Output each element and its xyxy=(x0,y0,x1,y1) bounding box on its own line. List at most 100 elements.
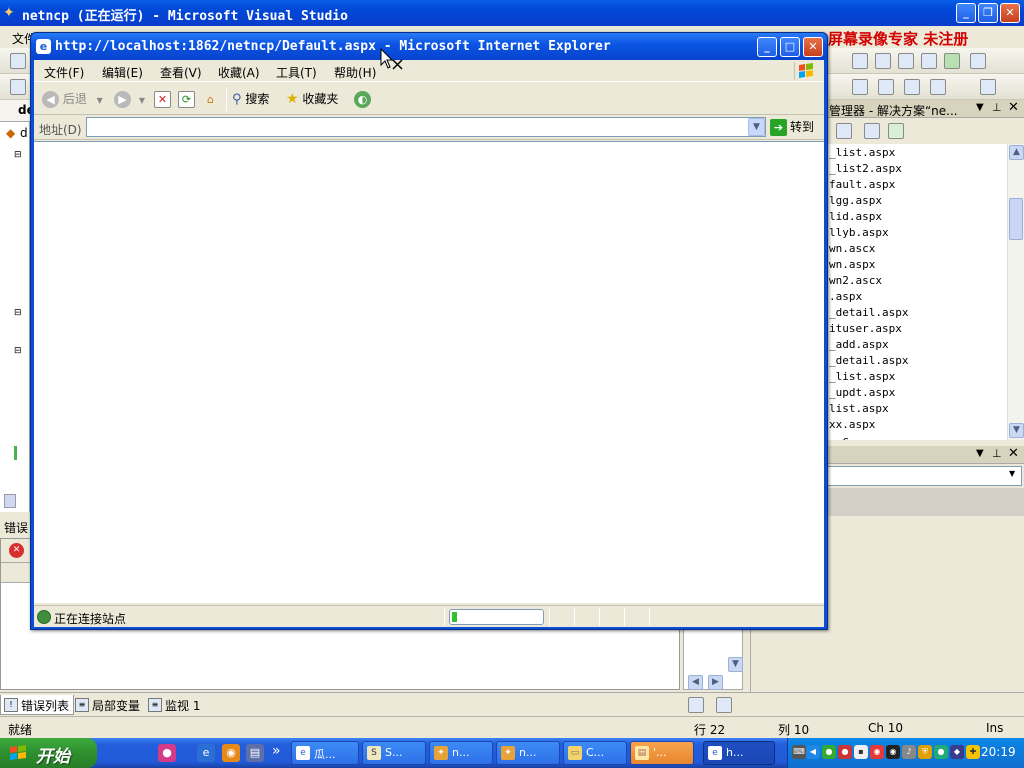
scroll-left-icon[interactable] xyxy=(4,494,16,508)
vs-toolbar-window-icon[interactable] xyxy=(970,53,986,69)
chevron-down-icon[interactable]: ▼ xyxy=(139,96,145,105)
tray-app-icon[interactable]: ✚ xyxy=(966,745,980,759)
solution-file-item[interactable]: _list.aspx xyxy=(829,370,895,383)
go-button[interactable]: ➔ 转到 xyxy=(770,117,824,137)
solution-file-item[interactable]: lgg.aspx xyxy=(829,194,882,207)
quicklaunch-desktop-icon[interactable]: ▤ xyxy=(246,744,264,762)
error-icon[interactable]: ✕ xyxy=(9,543,24,558)
ie-page-content[interactable] xyxy=(34,141,824,603)
asp-config-icon[interactable] xyxy=(888,123,904,139)
panel-icon[interactable] xyxy=(716,697,732,713)
solution-file-item[interactable]: _add.aspx xyxy=(829,338,889,351)
menu-favorites[interactable]: 收藏(A) xyxy=(218,64,260,81)
solution-file-item[interactable]: fault.aspx xyxy=(829,178,895,191)
ie-minimize-button[interactable]: _ xyxy=(757,37,777,57)
dropdown-icon[interactable]: ▼ xyxy=(976,448,984,459)
collapse-icon[interactable]: ⊟ xyxy=(14,346,22,356)
scroll-down-icon[interactable]: ▼ xyxy=(728,657,743,672)
scroll-up-icon[interactable]: ▲ xyxy=(1009,145,1024,160)
chevron-down-icon[interactable]: ▼ xyxy=(748,118,765,136)
vs-align-right-icon[interactable] xyxy=(904,79,920,95)
forward-button[interactable]: ▶ ▼ xyxy=(114,89,145,109)
tray-volume-icon[interactable]: ♪ xyxy=(902,745,916,759)
solution-file-item[interactable]: wn.ascx xyxy=(829,242,875,255)
home-button[interactable]: ⌂ xyxy=(202,89,219,109)
vs-toolbar-tools-icon[interactable] xyxy=(921,53,937,69)
tray-shield-icon[interactable]: ⛨ xyxy=(918,745,932,759)
solution-file-item[interactable]: ituser.aspx xyxy=(829,322,902,335)
vs-titlebar[interactable]: ✦ netncp (正在运行) - Microsoft Visual Studi… xyxy=(0,0,1024,26)
solution-file-item[interactable]: _list.aspx xyxy=(829,146,895,159)
menu-edit[interactable]: 编辑(E) xyxy=(102,64,143,81)
close-icon[interactable]: ✕ xyxy=(1008,446,1019,461)
task-button[interactable]: S S... xyxy=(362,741,426,765)
solution-file-item[interactable]: lid.aspx xyxy=(829,210,882,223)
vs-minimize-button[interactable]: _ xyxy=(956,3,976,23)
start-button[interactable]: 开始 xyxy=(0,738,97,768)
vs-align-center-icon[interactable] xyxy=(878,79,894,95)
quicklaunch-app-icon[interactable]: ● xyxy=(158,744,176,762)
tab-locals[interactable]: ≡ 局部变量 xyxy=(72,695,144,715)
stop-button[interactable]: ✕ xyxy=(154,89,171,109)
ie-titlebar[interactable]: e http://localhost:1862/netncp/Default.a… xyxy=(31,33,827,60)
chevron-down-icon[interactable]: ▼ xyxy=(97,96,103,105)
vs-restore-button[interactable]: ❐ xyxy=(978,3,998,23)
media-button[interactable]: ◐ xyxy=(354,89,371,109)
menu-help[interactable]: 帮助(H) xyxy=(334,64,376,81)
vs-close-button[interactable]: ✕ xyxy=(1000,3,1020,23)
solution-file-item[interactable]: _updt.aspx xyxy=(829,386,895,399)
tray-qq-icon[interactable]: ◉ xyxy=(886,745,900,759)
scroll-right-icon[interactable]: ▶ xyxy=(708,675,723,690)
vs-toolbar-properties-icon[interactable] xyxy=(875,53,891,69)
vs-toolbar-objectbrowser-icon[interactable] xyxy=(898,53,914,69)
task-button-flashing[interactable]: ▤ '... xyxy=(630,741,694,765)
dropdown-icon[interactable]: ▼ xyxy=(976,102,984,113)
view-code-icon[interactable] xyxy=(836,123,852,139)
close-icon[interactable]: ✕ xyxy=(1008,100,1019,115)
tray-qq-icon[interactable]: ◉ xyxy=(870,745,884,759)
refresh-button[interactable]: ⟳ xyxy=(178,89,195,109)
tray-collapse-icon[interactable]: ◀ xyxy=(806,745,820,759)
menu-tools[interactable]: 工具(T) xyxy=(276,64,317,81)
panel-icon[interactable] xyxy=(688,697,704,713)
properties-object-select[interactable]: ▼ xyxy=(826,466,1022,486)
address-input[interactable] xyxy=(86,117,766,137)
menu-file[interactable]: 文件(F) xyxy=(44,64,84,81)
copy-website-icon[interactable] xyxy=(864,123,880,139)
vs-toolbar2-icon[interactable] xyxy=(10,79,26,95)
task-button[interactable]: e 瓜... xyxy=(291,741,359,765)
solution-file-item[interactable]: llyb.aspx xyxy=(829,226,889,239)
tray-keyboard-icon[interactable]: ⌨ xyxy=(792,745,806,759)
vs-toolbar-find-icon[interactable] xyxy=(852,53,868,69)
solution-file-item[interactable]: xx.aspx xyxy=(829,418,875,431)
solution-file-item[interactable]: .aspx xyxy=(829,290,862,303)
vs-code-editor[interactable]: ◆ d ⊟ ⊟ ⊟ xyxy=(0,122,30,512)
menu-view[interactable]: 查看(V) xyxy=(160,64,202,81)
solution-file-item[interactable]: _detail.aspx xyxy=(829,306,908,319)
quicklaunch-ie-icon[interactable]: e xyxy=(197,744,215,762)
tray-app-icon[interactable]: ◆ xyxy=(950,745,964,759)
task-button-active[interactable]: e h... xyxy=(703,741,775,765)
solution-file-item[interactable]: __c xyxy=(829,434,849,440)
collapse-icon[interactable]: ⊟ xyxy=(14,150,22,160)
task-button[interactable]: ✦ n... xyxy=(496,741,560,765)
solution-file-item[interactable]: list.aspx xyxy=(829,402,889,415)
tray-app-icon[interactable]: ▪ xyxy=(854,745,868,759)
search-button[interactable]: ⚲ 搜索 xyxy=(232,89,269,109)
pin-icon[interactable]: ⊥ xyxy=(992,101,1002,114)
scroll-left-icon[interactable]: ◀ xyxy=(688,675,703,690)
vs-align-left-icon[interactable] xyxy=(852,79,868,95)
tab-error-list[interactable]: ! 错误列表 xyxy=(0,695,75,715)
collapse-icon[interactable]: ⊟ xyxy=(14,308,22,318)
vs-toolbar-start-icon[interactable] xyxy=(944,53,960,69)
tray-app-icon[interactable]: ● xyxy=(838,745,852,759)
vs-toolbar-new-icon[interactable] xyxy=(10,53,26,69)
tray-clock[interactable]: 20:19 xyxy=(981,745,1016,759)
solution-explorer-scrollbar[interactable]: ▲ ▼ xyxy=(1007,144,1024,440)
vs-justify-icon[interactable] xyxy=(930,79,946,95)
vs-layout-icon[interactable] xyxy=(980,79,996,95)
quicklaunch-more[interactable]: » xyxy=(272,743,281,759)
solution-file-item[interactable]: _detail.aspx xyxy=(829,354,908,367)
tab-watch[interactable]: ≡ 监视 1 xyxy=(145,695,204,715)
back-button[interactable]: ◀ 后退 ▼ xyxy=(42,89,103,109)
